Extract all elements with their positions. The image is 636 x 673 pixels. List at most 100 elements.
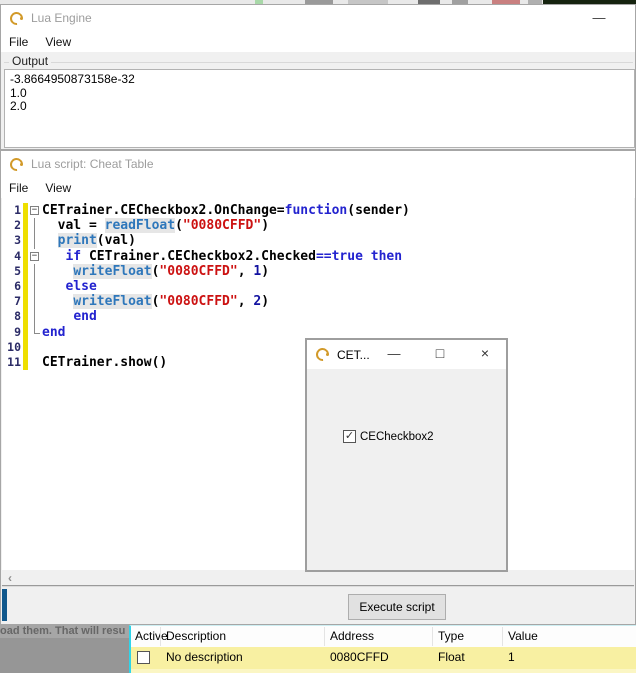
table-row[interactable]: No description 0080CFFD Float 1	[131, 647, 636, 669]
cell-type: Float	[438, 650, 465, 664]
horizontal-scrollbar[interactable]: ‹	[2, 570, 634, 586]
screen: Lua Engine — File View Output -3.86649508…	[0, 0, 636, 673]
output-line: 2.0	[10, 100, 634, 114]
fold-margin	[28, 264, 42, 279]
line-number: 9	[2, 325, 23, 340]
line-number: 11	[2, 355, 23, 370]
code-line: 5 writeFloat("0080CFFD", 1)	[2, 264, 634, 279]
column-header-active[interactable]: Active	[135, 629, 168, 643]
line-number: 4	[2, 249, 23, 264]
lua-engine-titlebar[interactable]: Lua Engine —	[1, 5, 635, 31]
fold-margin	[28, 233, 42, 248]
cell-description: No description	[166, 650, 243, 664]
line-number: 6	[2, 279, 23, 294]
code-line: 8 end	[2, 309, 634, 324]
lua-engine-window: Lua Engine — File View Output -3.86649508…	[0, 4, 636, 150]
lua-engine-title: Lua Engine	[31, 11, 92, 25]
maximize-button[interactable]: □	[425, 345, 455, 361]
code-text: end	[42, 325, 65, 340]
column-separator	[324, 627, 325, 646]
column-header-description[interactable]: Description	[166, 629, 226, 643]
lua-engine-menubar: File View	[1, 31, 635, 52]
cell-value: 1	[508, 650, 515, 664]
fold-line	[34, 279, 35, 294]
code-text: writeFloat("0080CFFD", 1)	[42, 264, 269, 279]
code-line: 6 else	[2, 279, 634, 294]
code-line: 1−CETrainer.CECheckbox2.OnChange=functio…	[2, 203, 634, 218]
code-text: print(val)	[42, 233, 136, 248]
line-number: 7	[2, 294, 23, 309]
column-header-address[interactable]: Address	[330, 629, 374, 643]
column-separator	[502, 627, 503, 646]
column-separator	[432, 627, 433, 646]
cell-address: 0080CFFD	[330, 650, 389, 664]
script-bottom-panel: Execute script	[2, 586, 634, 623]
execute-script-button[interactable]: Execute script	[348, 594, 446, 620]
code-text: writeFloat("0080CFFD", 2)	[42, 294, 269, 309]
code-line: 2 val = readFloat("0080CFFD")	[2, 218, 634, 233]
column-separator	[160, 627, 161, 646]
code-text: CETrainer.show()	[42, 355, 167, 370]
fold-line	[34, 309, 35, 324]
fold-line	[34, 218, 35, 233]
code-text: val = readFloat("0080CFFD")	[42, 218, 269, 233]
fold-collapse-icon[interactable]: −	[30, 252, 39, 261]
active-checkbox[interactable]	[137, 651, 150, 664]
line-number: 8	[2, 309, 23, 324]
output-groupbox-label: Output	[9, 54, 51, 68]
cetrainer-titlebar[interactable]: CET... — □ ×	[307, 340, 506, 369]
fold-margin	[28, 309, 42, 324]
address-list-footer	[131, 669, 636, 673]
cetrainer-title: CET...	[337, 348, 370, 362]
minimize-button[interactable]: —	[379, 346, 409, 361]
fold-margin	[28, 355, 42, 370]
fold-line	[34, 264, 35, 279]
minimize-button[interactable]: —	[589, 10, 609, 25]
line-number: 10	[2, 340, 23, 355]
line-number: 5	[2, 264, 23, 279]
fold-line	[34, 233, 35, 248]
code-text: CETrainer.CECheckbox2.OnChange=function(…	[42, 203, 410, 218]
engine-menu-file[interactable]: File	[9, 35, 28, 49]
code-text: else	[42, 279, 97, 294]
code-text: if CETrainer.CECheckbox2.Checked==true t…	[42, 249, 402, 264]
fold-margin: −	[28, 249, 42, 264]
checkbox-label: CECheckbox2	[360, 431, 434, 443]
column-header-value[interactable]: Value	[508, 629, 538, 643]
output-groupbox-line	[4, 62, 633, 63]
fold-line	[34, 294, 35, 309]
cecheckbox2-control[interactable]: ✓ CECheckbox2	[343, 430, 434, 443]
checkbox-icon[interactable]: ✓	[343, 430, 356, 443]
background-window-edge	[2, 589, 7, 621]
cheat-engine-icon	[9, 157, 24, 172]
line-number: 3	[2, 233, 23, 248]
fold-end-icon	[34, 325, 40, 334]
fold-margin	[28, 218, 42, 233]
background-dialog-text: oad them. That will resu	[0, 625, 129, 637]
line-number: 1	[2, 203, 23, 218]
fold-margin	[28, 279, 42, 294]
script-menu-file[interactable]: File	[9, 181, 28, 195]
address-list: ActiveDescription Address Type Value No des…	[129, 625, 636, 673]
close-button[interactable]: ×	[470, 345, 500, 361]
cetrainer-window: CET... — □ × ✓ CECheckbox2	[305, 338, 508, 572]
lua-output-memo[interactable]: -3.8664950873158e-321.02.0	[4, 69, 635, 148]
scroll-left-icon[interactable]: ‹	[8, 571, 12, 585]
script-menu-view[interactable]: View	[45, 181, 71, 195]
lua-script-title: Lua script: Cheat Table	[31, 157, 154, 171]
address-list-header: ActiveDescription Address Type Value	[131, 626, 636, 647]
lua-script-titlebar[interactable]: Lua script: Cheat Table	[1, 151, 635, 177]
code-line: 7 writeFloat("0080CFFD", 2)	[2, 294, 634, 309]
output-line: -3.8664950873158e-32	[10, 73, 634, 87]
fold-margin	[28, 340, 42, 355]
engine-menu-view[interactable]: View	[45, 35, 71, 49]
fold-collapse-icon[interactable]: −	[30, 206, 39, 215]
cheat-engine-icon	[9, 11, 24, 26]
cheat-engine-icon	[315, 347, 330, 362]
background-dialog-fragment: oad them. That will resu	[0, 625, 129, 673]
line-number: 2	[2, 218, 23, 233]
lua-script-menubar: File View	[1, 177, 635, 198]
code-text: end	[42, 309, 97, 324]
column-header-type[interactable]: Type	[438, 629, 464, 643]
output-line: 1.0	[10, 87, 634, 101]
